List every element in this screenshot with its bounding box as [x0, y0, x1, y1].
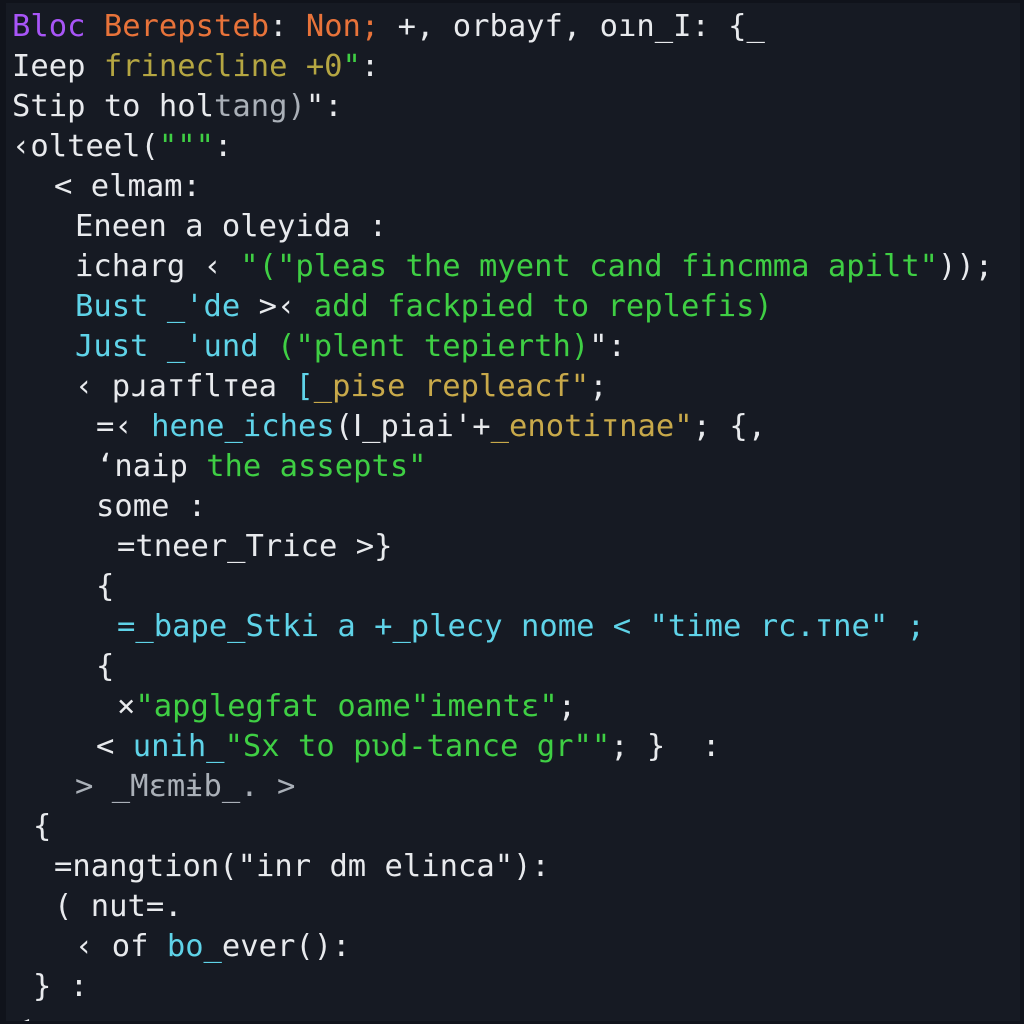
code-token: ;	[557, 689, 577, 724]
code-token: "	[342, 49, 361, 84]
code-token: =_bape_Stki a +_plecy nome < "time rс.тn…	[117, 609, 925, 644]
code-token: Berepsteb	[103, 9, 270, 44]
code-token: _pise repleacf"	[313, 369, 590, 404]
code-token: [	[295, 369, 314, 404]
code-token: >‹	[240, 289, 314, 324]
code-line[interactable]: < elmam:	[6, 167, 1020, 207]
code-line[interactable]: {	[6, 807, 1020, 847]
code-token: {	[96, 569, 115, 604]
code-content[interactable]: Bloc Berepsteb: Non; +, orbayf, oın_I: {…	[6, 7, 1020, 1021]
code-token: Eneen a oleyida :	[75, 209, 388, 244]
code-line[interactable]: =tneer_Trice >}	[6, 527, 1020, 567]
code-line[interactable]: ‹olteel(""":	[6, 127, 1020, 167]
code-token: unih_	[132, 729, 225, 764]
code-token: {	[96, 649, 115, 684]
code-token: _'de	[166, 289, 241, 324]
code-token: <	[12, 1009, 30, 1021]
code-token: _enotiтnae"	[490, 409, 693, 444]
code-token: Bust	[75, 289, 167, 324]
code-line[interactable]: =nangtion("inr dm elinca"):	[6, 847, 1020, 887]
code-token: ("plent tepierth)	[277, 329, 590, 364]
code-line[interactable]: Ieep frinecline +0":	[6, 47, 1020, 87]
code-token: Just	[75, 329, 167, 364]
code-line[interactable]: } :	[6, 967, 1020, 1007]
code-token: Ieep	[12, 49, 104, 84]
code-token: "Sx to pʋd-tance gr""	[224, 729, 611, 764]
code-token: {	[33, 809, 52, 844]
code-token: Stip to hol	[12, 89, 214, 124]
code-line[interactable]: =_bape_Stki a +_plecy nome < "time rс.тn…	[6, 607, 1020, 647]
code-token: frinecline +0	[103, 49, 343, 84]
code-token: "("pleas the myent cand fincmma apilt"	[240, 249, 939, 284]
code-editor-window: Bloc Berepsteb: Non; +, orbayf, oın_I: {…	[0, 0, 1024, 1024]
code-line[interactable]: <	[6, 1007, 1020, 1021]
code-token: Bloc	[12, 9, 86, 44]
code-token: :	[360, 49, 380, 84]
code-line[interactable]: > _Mɛmɨb_. >	[6, 767, 1020, 807]
code-token: } :	[33, 969, 89, 1004]
code-line[interactable]: {	[6, 647, 1020, 687]
code-token: :	[214, 129, 233, 164]
code-line[interactable]: Bust _'de >‹ add fackpied to replefis)	[6, 287, 1020, 327]
code-token: tang)	[214, 89, 306, 124]
code-token: ʻnaip	[96, 449, 207, 484]
code-token: > _Mɛmɨb_. >	[75, 769, 296, 804]
code-token: icharg ‹	[75, 249, 241, 284]
code-token: ‹ of	[75, 929, 167, 964]
code-line[interactable]: ‹ pɹaтflтea [_pise repleacf";	[6, 367, 1020, 407]
code-token: ×	[117, 689, 136, 724]
code-token: :	[324, 89, 343, 124]
code-token: <	[96, 729, 133, 764]
code-token: ‹ pɹaтflтea	[75, 369, 296, 404]
code-token: =tneer_Trice >}	[117, 529, 393, 564]
code-token: add fackpied to replefis)	[313, 289, 773, 324]
code-token: ever():	[221, 929, 351, 964]
code-line[interactable]: Just _'und ("plent tepierth)":	[6, 327, 1020, 367]
code-token: Non;	[305, 9, 380, 44]
code-token: +, orbayf, oın_I: {_	[379, 9, 765, 44]
code-token: (Ⅰ_piai'+	[334, 409, 491, 444]
code-line[interactable]: icharg ‹ "("pleas the myent cand fincmma…	[6, 247, 1020, 287]
code-token: hene_iches	[151, 409, 335, 444]
code-token: some :	[96, 489, 207, 524]
code-token: the assepts"	[206, 449, 427, 484]
code-token: """	[158, 129, 214, 164]
code-token: ;	[589, 369, 608, 404]
code-token: ‹olteel(	[12, 129, 159, 164]
code-token: "	[305, 89, 325, 124]
code-token: bo_	[166, 929, 222, 964]
code-line[interactable]: < unih_"Sx to pʋd-tance gr""; } :	[6, 727, 1020, 767]
code-line[interactable]: ( nut=.	[6, 887, 1020, 927]
code-line[interactable]: Stip to holtang)":	[6, 87, 1020, 127]
code-line[interactable]: ×"apglegfat oame"imentɛ";	[6, 687, 1020, 727]
code-token: _'und	[166, 329, 259, 364]
code-line[interactable]: Eneen a oleyida :	[6, 207, 1020, 247]
code-line[interactable]: {	[6, 567, 1020, 607]
code-token: ));	[938, 249, 994, 284]
code-line[interactable]: some :	[6, 487, 1020, 527]
code-token: "apglegfat oame"imentɛ"	[135, 689, 558, 724]
code-line[interactable]: Bloc Berepsteb: Non; +, orbayf, oın_I: {…	[6, 7, 1020, 47]
code-token: ; } :	[610, 729, 721, 764]
code-token: :	[269, 9, 306, 44]
code-token: ":	[589, 329, 626, 364]
code-token: < elmam:	[54, 169, 201, 204]
code-line[interactable]: ‹ of bo_ever():	[6, 927, 1020, 967]
code-line[interactable]: ʻnaip the assepts"	[6, 447, 1020, 487]
code-line[interactable]: =‹ hene_iches(Ⅰ_piai'+_enotiтnae"; {,	[6, 407, 1020, 447]
code-token: =nangtion("inr dm elinca"):	[54, 849, 550, 884]
code-token: ; {,	[692, 409, 767, 444]
code-token: ( nut=.	[54, 889, 183, 924]
code-token: =‹	[96, 409, 152, 444]
